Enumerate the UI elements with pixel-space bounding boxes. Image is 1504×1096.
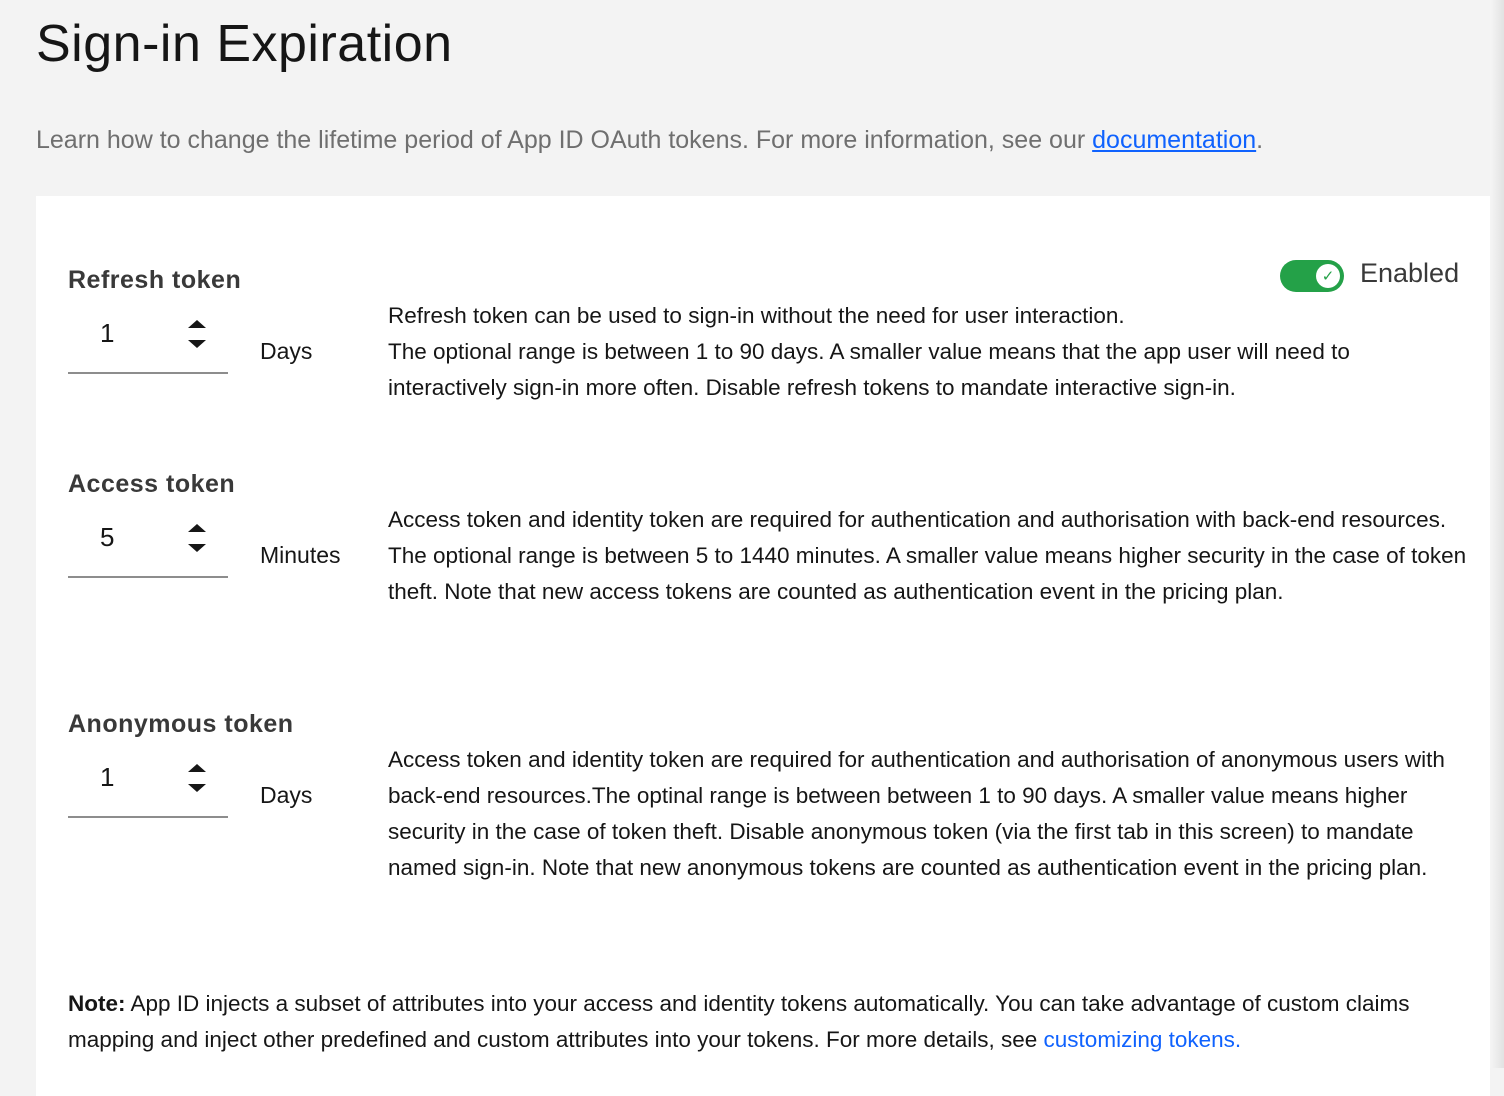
- page-title: Sign-in Expiration: [36, 15, 453, 73]
- decrement-arrow-icon[interactable]: [188, 544, 206, 552]
- access-token-label: Access token: [68, 470, 236, 498]
- note-label: Note:: [68, 991, 126, 1016]
- refresh-token-unit: Days: [260, 338, 313, 364]
- refresh-token-input[interactable]: 1: [68, 312, 228, 374]
- note: Note: App ID injects a subset of attribu…: [68, 986, 1468, 1058]
- anonymous-token-label: Anonymous token: [68, 710, 294, 738]
- increment-arrow-icon[interactable]: [188, 524, 206, 532]
- anonymous-token-unit: Days: [260, 782, 313, 808]
- checkmark-icon: ✓: [1316, 264, 1340, 288]
- subtitle-text: Learn how to change the lifetime period …: [36, 126, 1093, 154]
- page-subtitle: Learn how to change the lifetime period …: [36, 126, 1263, 155]
- refresh-token-value[interactable]: 1: [100, 318, 114, 349]
- subtitle-end: .: [1256, 126, 1264, 154]
- access-token-input[interactable]: 5: [68, 516, 228, 578]
- scrollbar[interactable]: [1490, 0, 1504, 1068]
- increment-arrow-icon[interactable]: [188, 320, 206, 328]
- decrement-arrow-icon[interactable]: [188, 340, 206, 348]
- settings-card: Refresh token 1 Days Refresh token can b…: [36, 196, 1490, 1096]
- refresh-token-label: Refresh token: [68, 266, 242, 294]
- anonymous-token-description: Access token and identity token are requ…: [388, 747, 1445, 880]
- refresh-token-toggle[interactable]: ✓: [1280, 260, 1344, 292]
- anonymous-token-input[interactable]: 1: [68, 756, 228, 818]
- customizing-tokens-link[interactable]: customizing tokens.: [1044, 1027, 1242, 1052]
- toggle-label: Enabled: [1360, 258, 1460, 288]
- increment-arrow-icon[interactable]: [188, 764, 206, 772]
- access-token-description: Access token and identity token are requ…: [388, 507, 1467, 604]
- access-token-unit: Minutes: [260, 542, 341, 568]
- documentation-link[interactable]: documentation: [1092, 126, 1256, 154]
- access-token-value[interactable]: 5: [100, 522, 114, 553]
- refresh-token-description: Refresh token can be used to sign-in wit…: [388, 303, 1350, 400]
- decrement-arrow-icon[interactable]: [188, 784, 206, 792]
- anonymous-token-value[interactable]: 1: [100, 762, 114, 793]
